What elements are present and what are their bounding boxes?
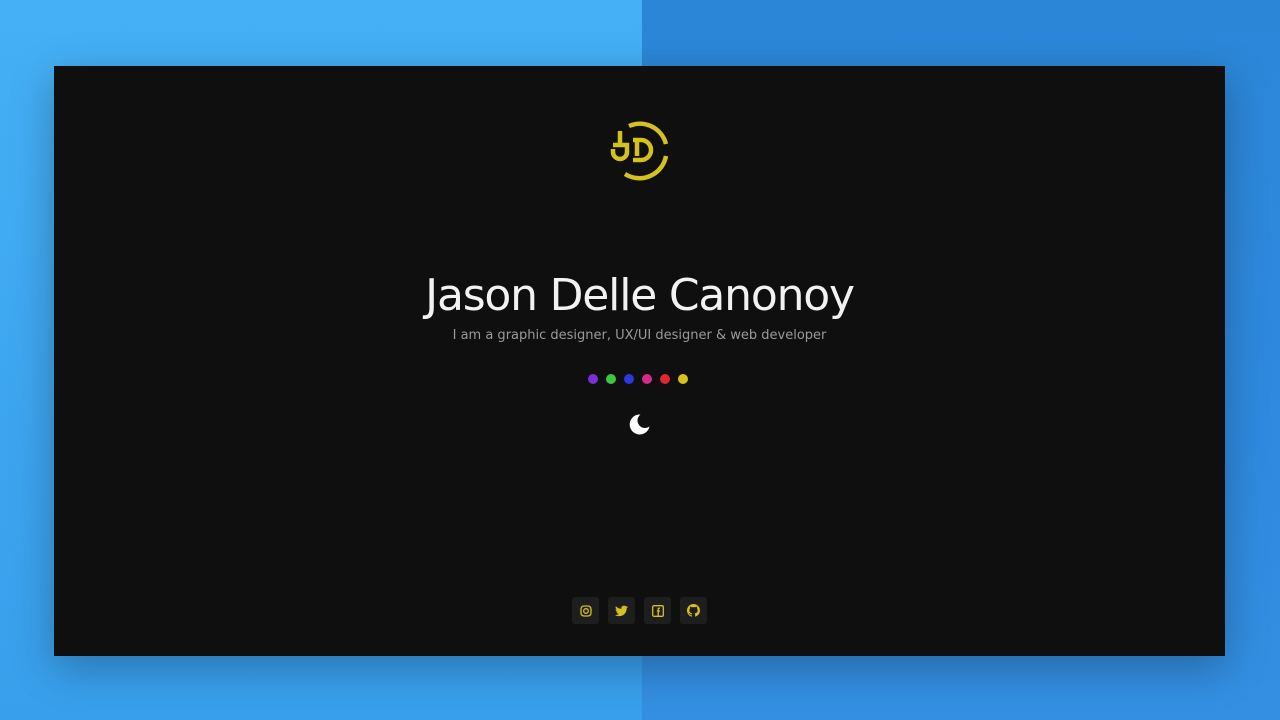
github-icon: [687, 604, 700, 617]
color-dot-blue[interactable]: [624, 374, 634, 384]
social-links: [572, 597, 707, 624]
theme-color-picker: [588, 374, 688, 384]
color-dot-purple[interactable]: [588, 374, 598, 384]
moon-icon[interactable]: [626, 411, 652, 437]
site-window: Jason Delle Canonoy I am a graphic desig…: [54, 66, 1225, 656]
instagram-link[interactable]: [572, 597, 599, 624]
facebook-link[interactable]: [644, 597, 671, 624]
page-title: Jason Delle Canonoy: [425, 270, 855, 321]
jd-logo-icon[interactable]: [607, 118, 671, 182]
instagram-icon: [579, 604, 592, 617]
twitter-icon: [615, 605, 628, 617]
twitter-link[interactable]: [608, 597, 635, 624]
github-link[interactable]: [680, 597, 707, 624]
color-dot-yellow[interactable]: [678, 374, 688, 384]
facebook-icon: [651, 604, 664, 617]
page-subtitle: I am a graphic designer, UX/UI designer …: [452, 328, 827, 343]
color-dot-pink[interactable]: [642, 374, 652, 384]
color-dot-red[interactable]: [660, 374, 670, 384]
color-dot-green[interactable]: [606, 374, 616, 384]
